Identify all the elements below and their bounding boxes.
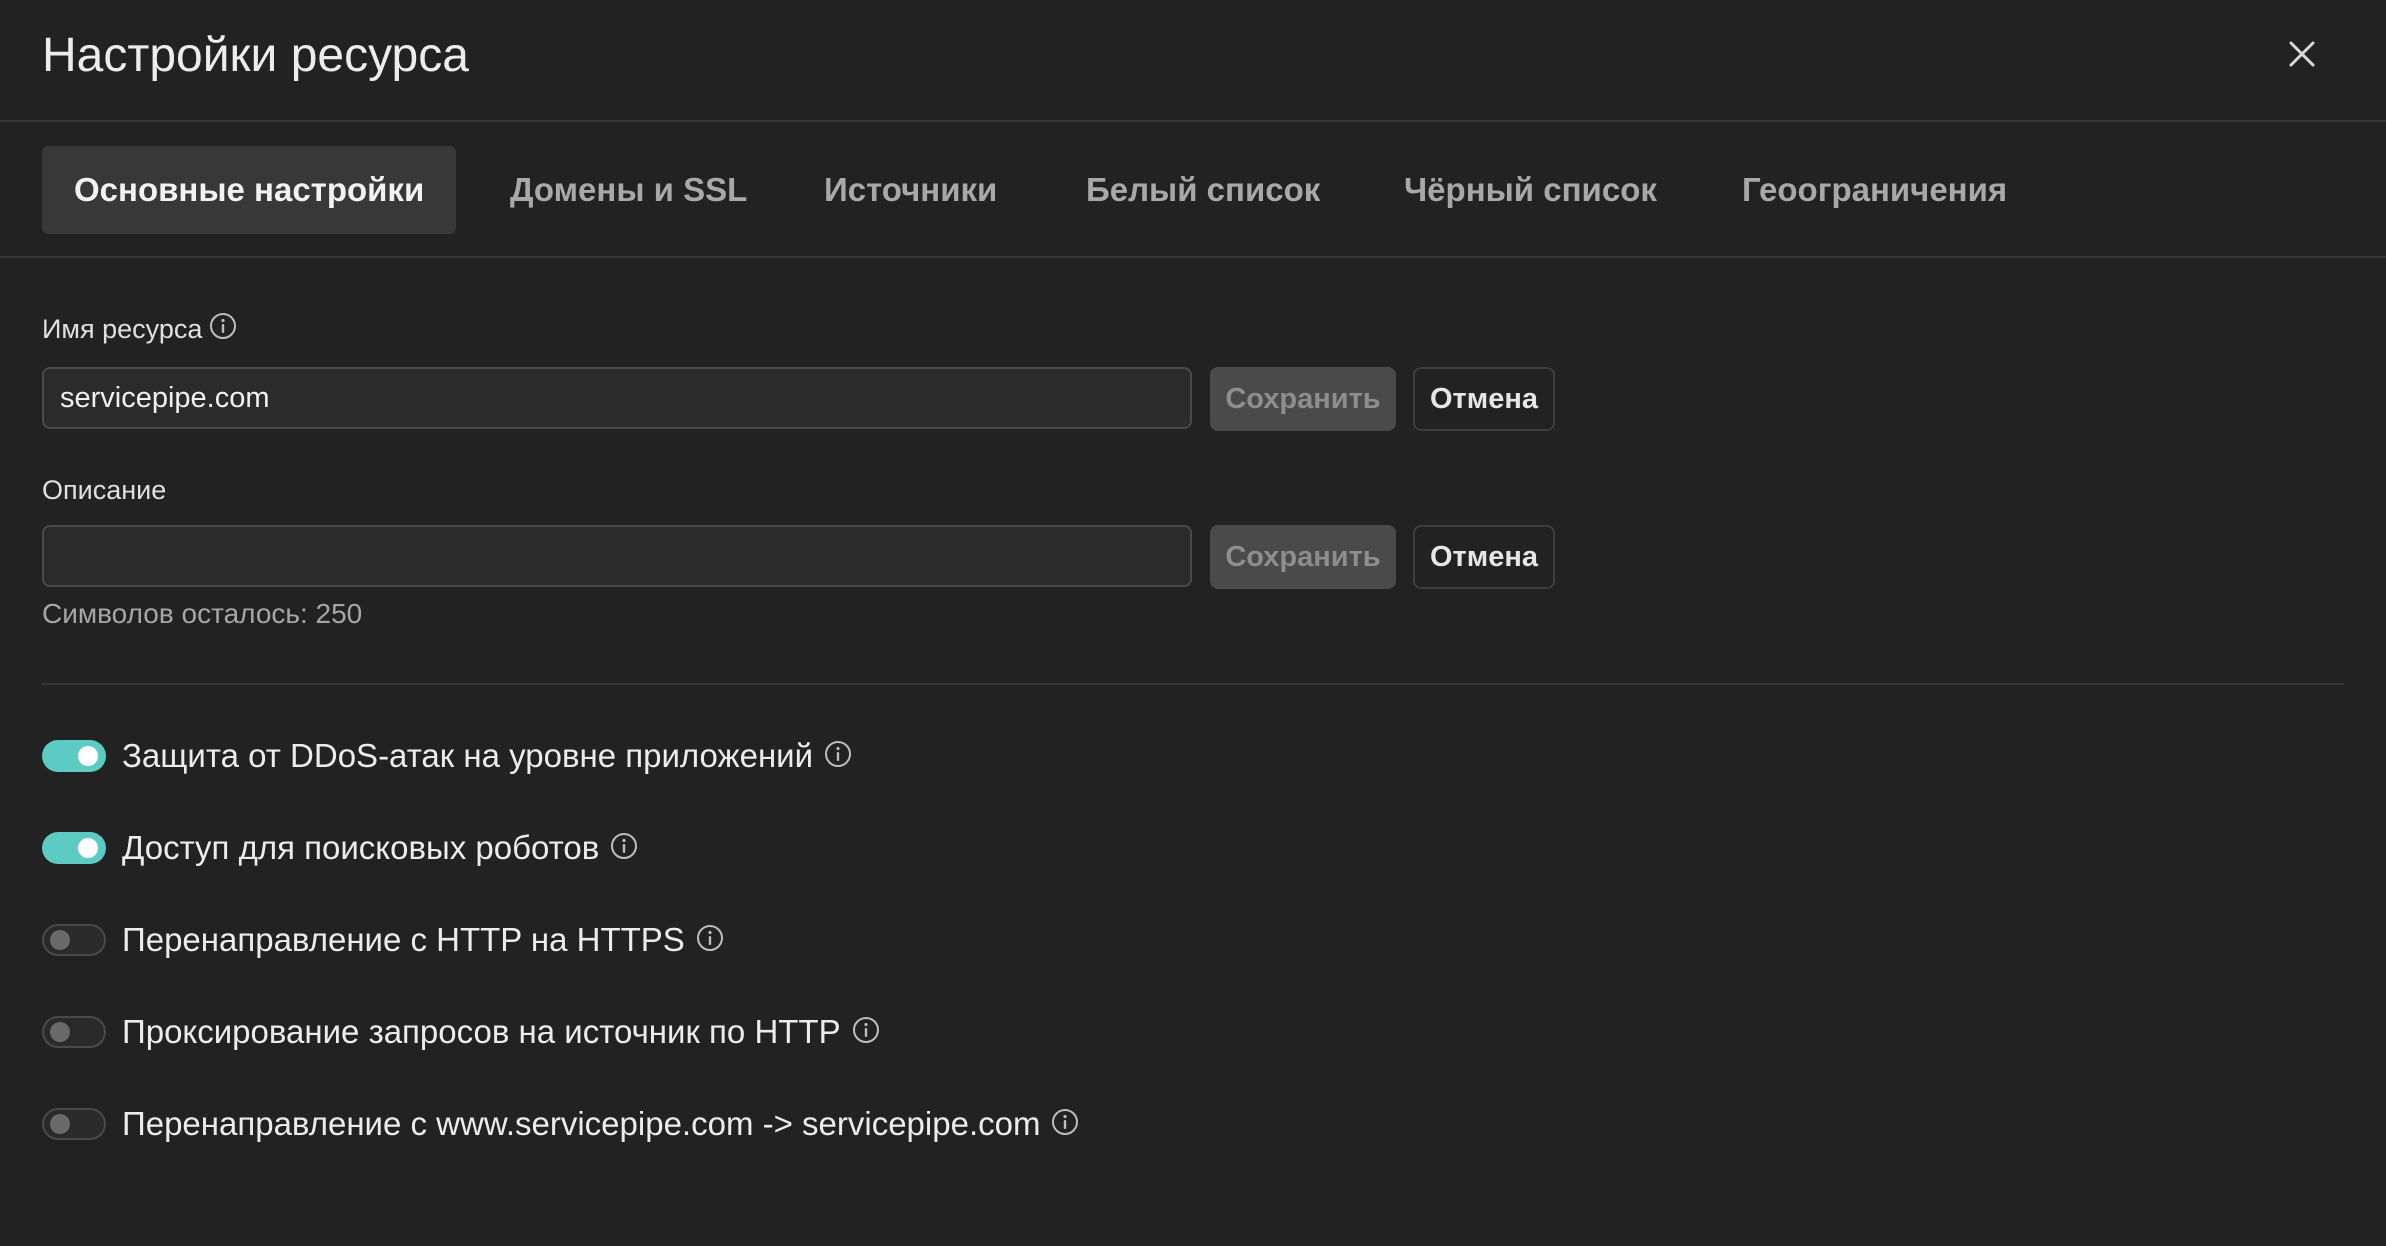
close-icon xyxy=(2289,41,2315,67)
dialog-header: Настройки ресурса xyxy=(0,0,2386,122)
tab-general-settings[interactable]: Основные настройки xyxy=(42,146,457,234)
info-icon[interactable] xyxy=(823,739,853,774)
toggle-row-ddos-protection: Защита от DDoS-атак на уровне приложений xyxy=(42,736,853,776)
tab-blacklist[interactable]: Чёрный список xyxy=(1404,146,1657,234)
info-icon[interactable] xyxy=(851,1015,881,1050)
info-icon[interactable] xyxy=(609,831,639,866)
description-save-button[interactable]: Сохранить xyxy=(1210,525,1396,589)
tab-sources[interactable]: Источники xyxy=(824,146,997,234)
http-to-https-label: Перенаправление с HTTP на HTTPS xyxy=(122,921,685,958)
ddos-protection-label: Защита от DDoS-атак на уровне приложений xyxy=(122,737,814,774)
resource-name-label-text: Имя ресурса xyxy=(42,314,203,344)
resource-name-label: Имя ресурса xyxy=(42,311,238,347)
description-input[interactable] xyxy=(42,525,1192,587)
search-bots-label: Доступ для поисковых роботов xyxy=(122,829,600,866)
info-icon[interactable] xyxy=(695,923,725,958)
info-icon[interactable] xyxy=(1050,1107,1080,1142)
tab-geo-restrictions[interactable]: Геоограничения xyxy=(1742,146,2007,234)
chars-remaining-counter: Символов осталось: 250 xyxy=(42,598,363,629)
search-bots-toggle[interactable] xyxy=(42,832,106,864)
proxy-http-toggle[interactable] xyxy=(42,1016,106,1048)
proxy-http-label: Проксирование запросов на источник по HT… xyxy=(122,1013,841,1050)
section-divider xyxy=(42,683,2344,685)
description-label: Описание xyxy=(42,475,167,505)
www-redirect-label: Перенаправление с www.servicepipe.com ->… xyxy=(122,1105,1041,1142)
description-cancel-button[interactable]: Отмена xyxy=(1413,525,1555,589)
close-button[interactable] xyxy=(2284,36,2320,72)
dialog-title: Настройки ресурса xyxy=(42,29,469,82)
resource-name-input[interactable] xyxy=(42,367,1192,429)
toggle-row-search-bots: Доступ для поисковых роботов xyxy=(42,828,639,868)
resource-name-cancel-button[interactable]: Отмена xyxy=(1413,367,1555,431)
ddos-protection-toggle[interactable] xyxy=(42,740,106,772)
http-to-https-toggle[interactable] xyxy=(42,924,106,956)
toggle-row-proxy-http: Проксирование запросов на источник по HT… xyxy=(42,1012,881,1052)
resource-name-save-button[interactable]: Сохранить xyxy=(1210,367,1396,431)
www-redirect-toggle[interactable] xyxy=(42,1108,106,1140)
settings-tabs: Основные настройки Домены и SSL Источник… xyxy=(0,122,2386,258)
tab-whitelist[interactable]: Белый список xyxy=(1086,146,1320,234)
toggle-row-www-redirect: Перенаправление с www.servicepipe.com ->… xyxy=(42,1104,1080,1144)
tab-domains-ssl[interactable]: Домены и SSL xyxy=(510,146,747,234)
toggle-row-http-to-https: Перенаправление с HTTP на HTTPS xyxy=(42,920,725,960)
info-icon[interactable] xyxy=(208,311,238,350)
